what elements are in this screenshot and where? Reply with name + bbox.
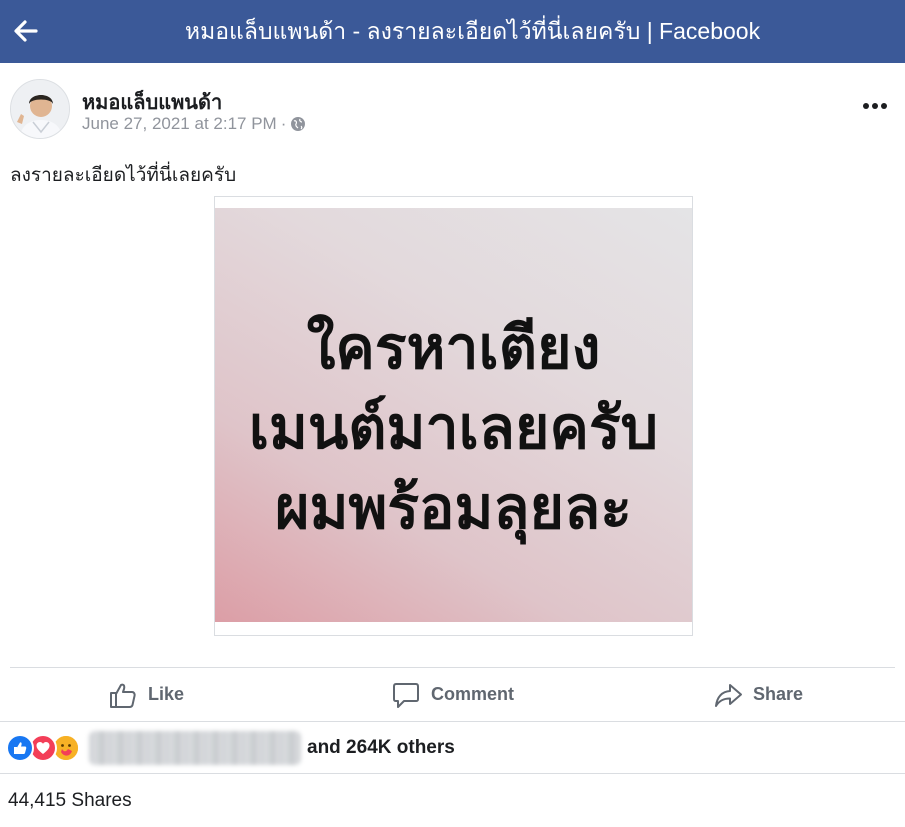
post-photo[interactable]: ใครหาเตียง เมนต์มาเลยครับ ผมพร้อมลุยละ bbox=[214, 196, 693, 636]
like-label: Like bbox=[148, 684, 185, 704]
arrow-left-icon bbox=[14, 20, 38, 42]
avatar[interactable] bbox=[10, 79, 70, 139]
more-horizontal-icon bbox=[863, 103, 887, 109]
comment-button[interactable]: Comment bbox=[391, 668, 514, 721]
reactions-count[interactable]: and 264K others bbox=[307, 737, 455, 759]
comment-icon bbox=[393, 682, 419, 708]
back-button[interactable] bbox=[10, 15, 42, 47]
post-meta: June 27, 2021 at 2:17 PM · bbox=[82, 114, 306, 134]
globe-icon bbox=[291, 117, 306, 131]
comment-label: Comment bbox=[431, 684, 515, 704]
shares-count[interactable]: 44,415 Shares bbox=[8, 790, 132, 812]
share-icon bbox=[715, 683, 742, 707]
share-label: Share bbox=[753, 684, 804, 704]
share-button[interactable]: Share bbox=[713, 668, 803, 721]
post-caption: ลงรายละเอียดไว้ที่นี่เลยครับ bbox=[10, 165, 237, 186]
top-bar: หมอแล็บแพนด้า - ลงรายละเอียดไว้ที่นี่เลย… bbox=[0, 0, 905, 63]
page-title: หมอแล็บแพนด้า - ลงรายละเอียดไว้ที่นี่เลย… bbox=[184, 18, 761, 44]
divider bbox=[0, 773, 905, 774]
action-bar: Like Comment Share bbox=[0, 668, 905, 721]
photo-text-line-3: ผมพร้อมลุยละ bbox=[275, 473, 632, 542]
post-header: หมอแล็บแพนด้า June 27, 2021 at 2:17 PM · bbox=[10, 79, 895, 139]
like-button[interactable]: Like bbox=[108, 668, 184, 721]
photo-text-line-2: เมนต์มาเลยครับ bbox=[248, 393, 659, 462]
post-timestamp[interactable]: June 27, 2021 at 2:17 PM bbox=[82, 114, 277, 134]
photo-text: ใครหาเตียง เมนต์มาเลยครับ ผมพร้อมลุยละ bbox=[215, 308, 692, 548]
divider bbox=[0, 721, 905, 722]
redacted-names bbox=[89, 731, 301, 765]
like-reaction-icon bbox=[6, 734, 34, 762]
like-icon bbox=[110, 683, 136, 708]
photo-text-line-1: ใครหาเตียง bbox=[306, 313, 601, 382]
reactions-summary[interactable]: and 264K others bbox=[6, 731, 455, 765]
meta-separator: · bbox=[280, 114, 287, 133]
more-options-button[interactable] bbox=[860, 91, 890, 121]
avatar-image bbox=[11, 80, 69, 138]
photo-image: ใครหาเตียง เมนต์มาเลยครับ ผมพร้อมลุยละ bbox=[215, 208, 692, 622]
